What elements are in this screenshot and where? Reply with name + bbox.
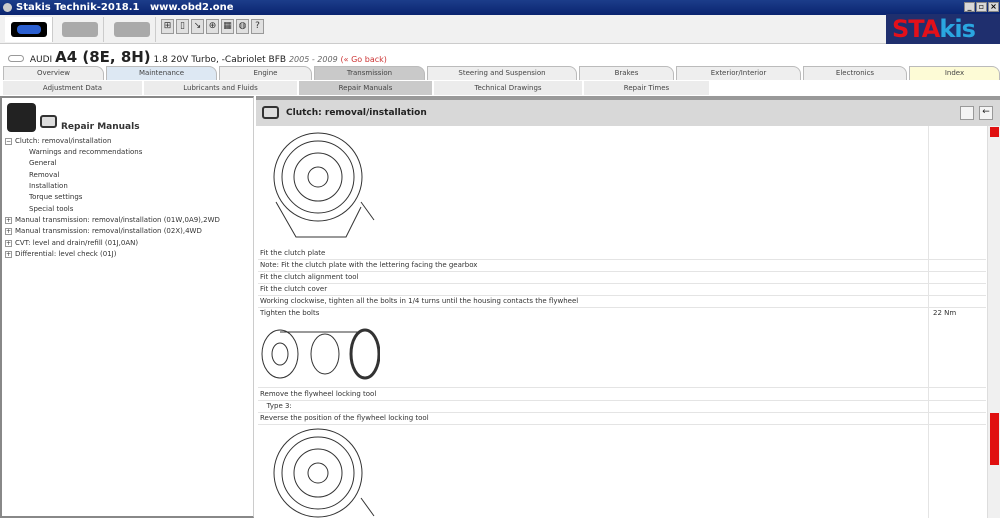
instruction-row: Note: Fit the clutch plate with the lett… [258,260,986,272]
tab-steering[interactable]: Steering and Suspension [427,66,577,80]
stakis-logo: STAkis [886,14,1000,44]
content-panel: Clutch: removal/installation ← Fit the c… [256,96,1000,518]
tree-item[interactable]: + Manual transmission: removal/installati… [5,227,202,235]
app-icon [3,3,12,12]
instruction-row: Fit the clutch cover [258,284,986,296]
subtab-technical-drawings[interactable]: Technical Drawings [434,81,583,95]
clutch-diagram-image [273,132,375,238]
vehicle-model: A4 (8E, 8H) [55,48,151,66]
document-icon[interactable]: ⊞ [161,19,174,34]
tree-item[interactable]: General [29,159,57,167]
content-title: Clutch: removal/installation [286,108,427,118]
tab-index[interactable]: Index [909,66,1000,80]
clutch-parts-image [261,328,380,380]
torque-value: 22 Nm [933,309,957,317]
tab-overview[interactable]: Overview [3,66,104,80]
expand-icon: + [5,216,12,224]
book-icon [40,115,57,128]
calculator-icon[interactable]: ▦ [221,19,234,34]
clutch-diagram-image [273,428,375,518]
add-window-icon[interactable]: ⊕ [206,19,219,34]
edit-icon[interactable]: ↘ [191,19,204,34]
instruction-row: Remove the flywheel locking tool [258,389,986,401]
print-icon[interactable] [960,106,974,120]
subtab-adjustment[interactable]: Adjustment Data [3,81,143,95]
title-bar: Stakis Technik-2018.1 www.obd2.one _ ▫ × [0,0,1000,15]
tree-item[interactable]: Warnings and recommendations [29,148,142,156]
subtab-repair-times[interactable]: Repair Times [584,81,710,95]
close-button[interactable]: × [988,2,999,12]
instruction-row: Fit the clutch alignment tool [258,272,986,284]
back-arrow-icon[interactable]: ← [979,106,993,120]
tree-item[interactable]: Special tools [29,205,73,213]
vehicle-make: AUDI [29,55,53,65]
scrollbar-thumb[interactable] [990,413,999,465]
minimize-button[interactable]: _ [964,2,975,12]
collapse-icon[interactable]: − [5,137,12,145]
tree-item[interactable]: Torque settings [29,193,82,201]
help-icon[interactable]: ? [251,19,264,34]
tab-transmission[interactable]: Transmission [314,66,425,80]
instruction-row: Working clockwise, tighten all the bolts… [258,296,986,308]
vertical-scrollbar[interactable] [987,126,1000,518]
go-back-link[interactable]: (« Go back) [341,55,387,64]
globe-icon[interactable]: ◍ [236,19,249,34]
truck-button[interactable] [108,17,156,42]
subtab-repair-manuals[interactable]: Repair Manuals [299,81,433,95]
subtab-lubricants[interactable]: Lubricants and Fluids [144,81,298,95]
expand-icon: + [5,239,12,247]
sidebar: Repair Manuals − Clutch: removal/installa… [0,96,254,518]
tab-maintenance[interactable]: Maintenance [106,66,217,80]
scroll-up-marker[interactable] [990,127,999,137]
audi-logo-icon [8,55,24,62]
tree-item[interactable]: Removal [29,171,59,179]
vehicle-engine: 1.8 20V Turbo, -Cabriolet BFB [153,55,287,65]
vehicle-years: 2005 - 2009 [288,55,338,64]
book-icon [262,106,279,119]
instruction-row: Fit the clutch plate [258,248,986,260]
maximize-button[interactable]: ▫ [976,2,987,12]
vehicle-select-button[interactable] [5,17,53,42]
tree-item[interactable]: Installation [29,182,68,190]
smart-button[interactable] [56,17,104,42]
content-header: Clutch: removal/installation ← [256,100,1000,126]
vehicle-info: AUDI A4 (8E, 8H) 1.8 20V Turbo, -Cabriol… [8,48,387,66]
instruction-row: Reverse the position of the flywheel loc… [258,413,986,425]
tab-exterior[interactable]: Exterior/Interior [676,66,801,80]
pages-icon[interactable]: ▯ [176,19,189,34]
column-divider [928,126,929,518]
instruction-row: Type 3: [258,401,986,413]
gearbox-icon [7,103,36,132]
tree-item[interactable]: + Manual transmission: removal/installati… [5,216,220,224]
toolbar: ⊞ ▯ ↘ ⊕ ▦ ◍ ? [0,15,1000,44]
tree-item[interactable]: + CVT: level and drain/refill (01J,0AN) [5,239,138,247]
window-title: Stakis Technik-2018.1 www.obd2.one [16,2,234,13]
tree-item-clutch[interactable]: − Clutch: removal/installation [5,137,111,145]
tree-item[interactable]: + Differential: level check (01J) [5,250,116,258]
expand-icon: + [5,250,12,258]
expand-icon: + [5,227,12,235]
tab-brakes[interactable]: Brakes [579,66,674,80]
tab-electronics[interactable]: Electronics [803,66,907,80]
tab-engine[interactable]: Engine [219,66,312,80]
